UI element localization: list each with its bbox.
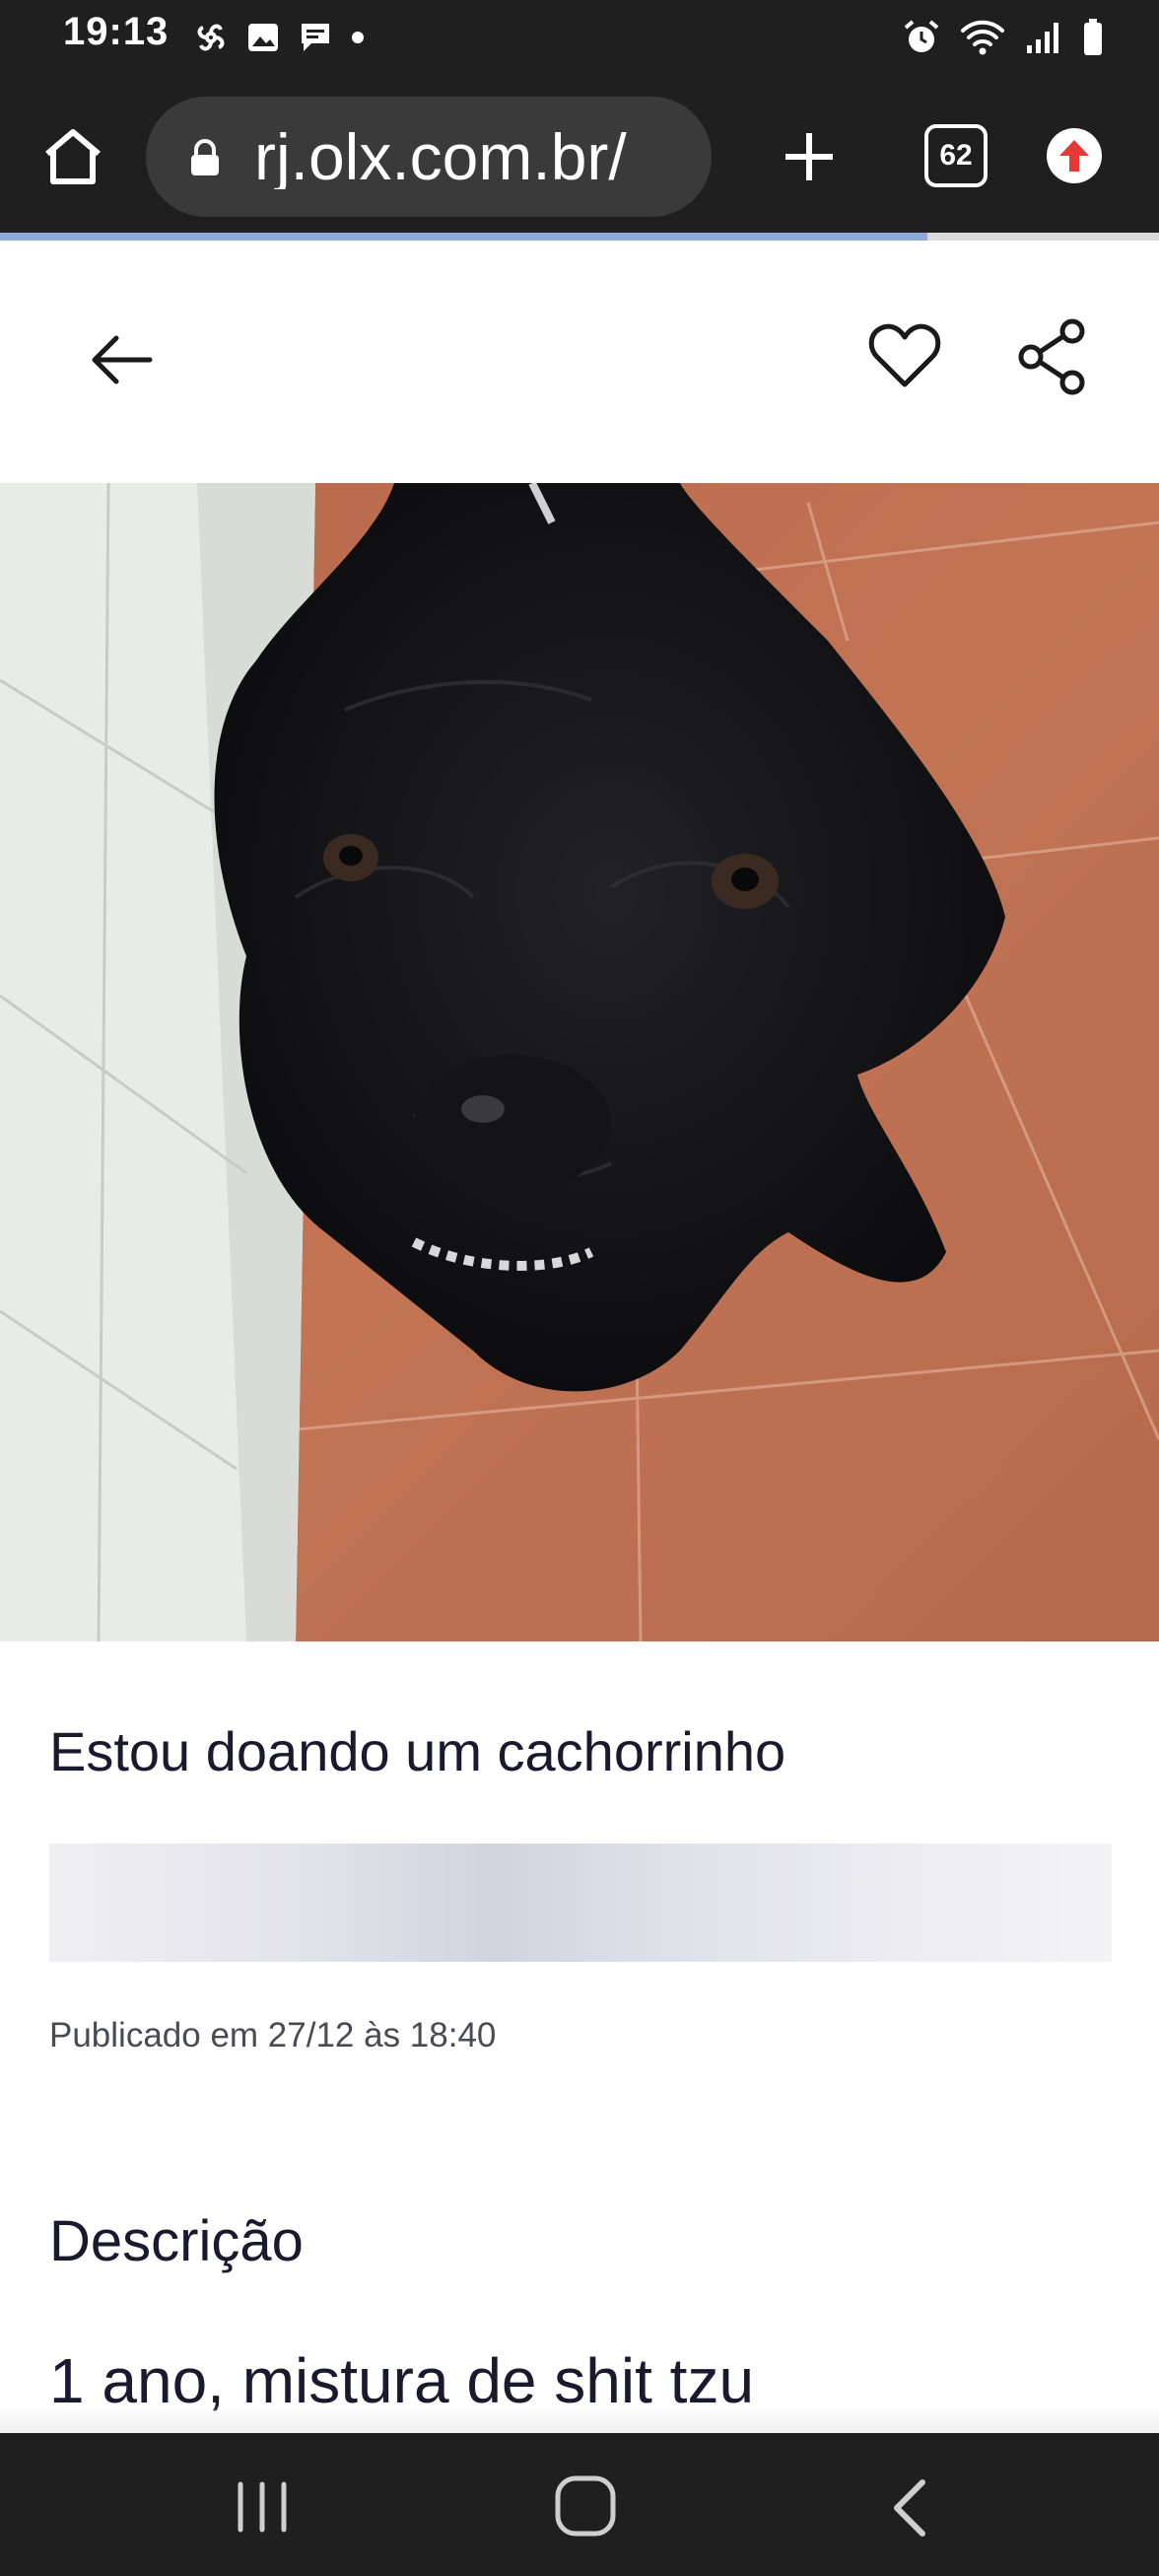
share-icon[interactable] [1015, 317, 1090, 396]
home-icon [45, 129, 101, 184]
page-bottom-fade [0, 2405, 1159, 2435]
browser-toolbar: rj.olx.com.br/ 62 [0, 77, 1159, 237]
listing-header [0, 241, 1159, 483]
listing-photo[interactable] [0, 483, 1159, 1641]
update-button[interactable] [1047, 128, 1102, 183]
back-arrow-icon[interactable] [87, 325, 156, 394]
status-bar: 19:13 [0, 0, 1159, 77]
status-notification-icons [193, 18, 365, 57]
battery-icon [1084, 19, 1102, 55]
new-tab-button[interactable] [775, 118, 844, 195]
alarm-icon [904, 20, 939, 52]
home-button[interactable] [37, 116, 108, 197]
lock-icon [191, 139, 219, 175]
dot-icon [352, 32, 364, 43]
recent-apps-icon[interactable] [233, 2478, 292, 2536]
page-load-progress-fill [0, 233, 927, 241]
tab-switcher-button[interactable]: 62 [924, 124, 988, 187]
heart-icon[interactable] [867, 319, 942, 394]
url-text: rj.olx.com.br/ [254, 124, 627, 189]
system-home-icon[interactable] [552, 2472, 619, 2540]
description-heading: Descrição [49, 2209, 304, 2273]
price-loading-placeholder [49, 1844, 1112, 1962]
message-icon [302, 24, 329, 51]
wifi-icon [961, 20, 1004, 55]
tab-count: 62 [939, 139, 973, 172]
listing-title: Estou doando um cachorrinho [49, 1720, 786, 1782]
page-load-progress [0, 233, 1159, 241]
system-back-icon[interactable] [883, 2476, 936, 2540]
status-time: 19:13 [63, 10, 170, 53]
pinwheel-icon [197, 24, 225, 51]
gallery-icon [248, 24, 278, 51]
system-navigation-bar [0, 2433, 1159, 2576]
plus-icon [785, 133, 833, 180]
published-date: Publicado em 27/12 às 18:40 [49, 2016, 497, 2054]
url-bar[interactable]: rj.olx.com.br/ [146, 97, 712, 217]
status-system-icons [903, 16, 1104, 59]
update-arrow-icon [1059, 140, 1089, 172]
signal-icon [1027, 23, 1058, 53]
